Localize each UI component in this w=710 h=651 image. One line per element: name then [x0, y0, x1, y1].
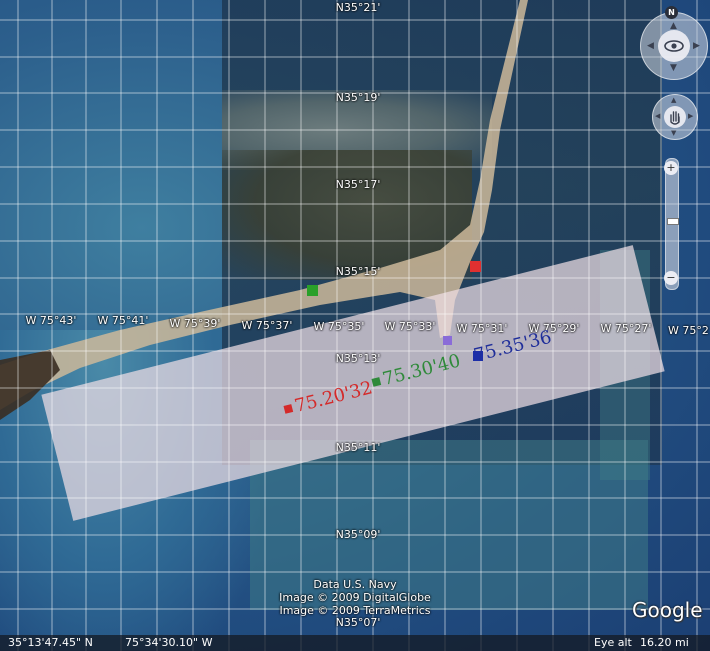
- credit-line: Image © 2009 TerraMetrics: [279, 604, 431, 617]
- move-left-icon[interactable]: ◀: [655, 112, 660, 120]
- red-marker[interactable]: [470, 261, 481, 272]
- move-right-icon[interactable]: ▶: [688, 112, 693, 120]
- cursor-latitude: 35°13'47.45" N: [8, 636, 93, 649]
- arrow-down-icon[interactable]: ▼: [670, 63, 677, 73]
- compass-control[interactable]: ▲ ▼ ◀ ▶: [640, 12, 708, 80]
- lon-label: W 75°33': [384, 320, 436, 333]
- google-logo: Google: [632, 598, 703, 622]
- compass-north-icon[interactable]: N: [665, 6, 678, 19]
- arrow-right-icon[interactable]: ▶: [693, 41, 700, 51]
- land-mass: [222, 150, 472, 280]
- move-control[interactable]: ▲ ▼ ◀ ▶: [652, 94, 698, 140]
- arrow-left-icon[interactable]: ◀: [647, 41, 654, 51]
- credit-line: Image © 2009 DigitalGlobe: [279, 591, 431, 604]
- zoom-handle[interactable]: [667, 218, 679, 225]
- lat-label: N35°13': [335, 352, 381, 365]
- lat-label: N35°17': [335, 178, 381, 191]
- eye-icon: [658, 30, 690, 62]
- zoom-out-button[interactable]: −: [664, 271, 678, 285]
- zoom-in-button[interactable]: +: [664, 161, 678, 175]
- lat-label: N35°11': [335, 441, 381, 454]
- green-marker[interactable]: [307, 285, 318, 296]
- lon-label: W 75°27': [600, 322, 652, 335]
- hand-icon: [664, 106, 686, 128]
- map-view[interactable]: N35°21' N35°19' N35°17' N35°15' N35°13' …: [0, 0, 710, 651]
- eye-alt-label: Eye alt: [594, 636, 632, 649]
- lon-label: W 75°2: [668, 324, 709, 337]
- navigation-controls: ▲ ▼ ◀ ▶ N ▲ ▼ ◀ ▶ + −: [638, 6, 708, 308]
- lon-label: W 75°31': [456, 322, 508, 335]
- annotation-swatch: [371, 377, 382, 387]
- lon-label: W 75°35': [313, 320, 365, 333]
- lat-label: N35°07': [335, 616, 381, 629]
- move-down-icon[interactable]: ▼: [671, 129, 676, 137]
- lon-label: W 75°39': [169, 317, 221, 330]
- lat-label: N35°15': [335, 265, 381, 278]
- move-up-icon[interactable]: ▲: [671, 96, 676, 104]
- status-bar: 35°13'47.45" N 75°34'30.10" W Eye alt 16…: [0, 635, 710, 651]
- lon-label: W 75°41': [97, 314, 149, 327]
- imagery-credits: Data U.S. Navy Image © 2009 DigitalGlobe…: [0, 578, 710, 617]
- purple-marker[interactable]: [443, 336, 452, 345]
- lon-label: W 75°37': [241, 319, 293, 332]
- arrow-up-icon[interactable]: ▲: [670, 21, 677, 31]
- lat-label: N35°19': [335, 91, 381, 104]
- eye-alt-value: 16.20 mi: [640, 636, 689, 649]
- credit-line: Data U.S. Navy: [313, 578, 397, 591]
- annotation-swatch: [283, 404, 294, 414]
- cursor-longitude: 75°34'30.10" W: [125, 636, 213, 649]
- lat-label: N35°21': [335, 1, 381, 14]
- lat-label: N35°09': [335, 528, 381, 541]
- zoom-slider[interactable]: + −: [664, 158, 679, 290]
- lon-label: W 75°43': [25, 314, 77, 327]
